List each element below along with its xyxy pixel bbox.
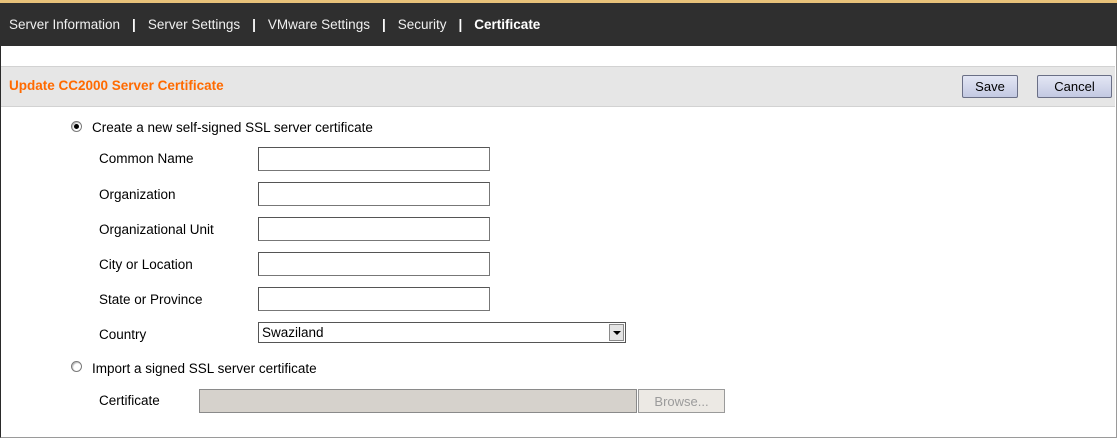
country-label: Country	[99, 327, 147, 342]
country-select[interactable]: Swaziland	[258, 322, 626, 343]
organization-label: Organization	[99, 187, 176, 202]
chevron-down-icon[interactable]	[609, 324, 624, 341]
save-button[interactable]: Save	[962, 75, 1018, 98]
certificate-file-input[interactable]	[199, 389, 637, 413]
page-title-bar: Update CC2000 Server Certificate Save Ca…	[1, 66, 1115, 107]
option-import-label: Import a signed SSL server certificate	[92, 361, 317, 376]
browse-button[interactable]: Browse...	[638, 389, 725, 413]
top-nav: Server Information | Server Settings | V…	[0, 0, 1117, 46]
nav-certificate[interactable]: Certificate	[474, 17, 540, 32]
nav-server-information[interactable]: Server Information	[9, 17, 120, 32]
nav-server-settings[interactable]: Server Settings	[148, 17, 240, 32]
option-create-label: Create a new self-signed SSL server cert…	[92, 120, 373, 135]
nav-security[interactable]: Security	[398, 17, 447, 32]
organizational-unit-input[interactable]	[258, 217, 490, 241]
state-label: State or Province	[99, 292, 203, 307]
common-name-input[interactable]	[258, 147, 490, 171]
city-label: City or Location	[99, 257, 193, 272]
country-selected-value: Swaziland	[262, 325, 324, 340]
nav-separator: |	[252, 17, 256, 32]
nav-separator: |	[132, 17, 136, 32]
common-name-label: Common Name	[99, 151, 194, 166]
page-title: Update CC2000 Server Certificate	[9, 78, 224, 93]
nav-separator: |	[381, 17, 386, 32]
organization-input[interactable]	[258, 182, 490, 206]
organizational-unit-label: Organizational Unit	[99, 222, 214, 237]
nav-vmware-settings[interactable]: VMware Settings	[268, 17, 370, 32]
radio-import-signed[interactable]	[71, 361, 82, 372]
city-input[interactable]	[258, 252, 490, 276]
nav-separator: |	[458, 17, 463, 32]
radio-create-self-signed[interactable]	[71, 121, 82, 132]
cancel-button[interactable]: Cancel	[1037, 75, 1112, 98]
certificate-label: Certificate	[99, 393, 160, 408]
state-input[interactable]	[258, 287, 490, 311]
